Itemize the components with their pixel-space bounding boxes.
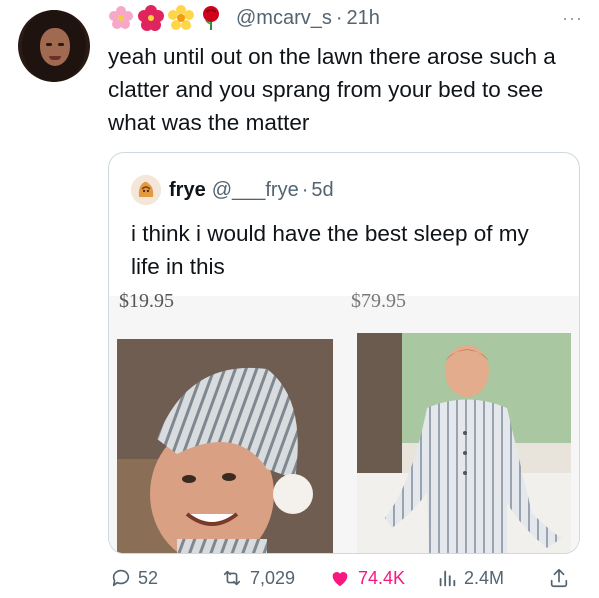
tweet-text: yeah until out on the lawn there arose s… — [108, 44, 556, 135]
quoted-tweet-timestamp[interactable]: 5d — [311, 179, 333, 202]
quoted-tweet-card[interactable]: frye @___frye · 5d i think i would have … — [108, 152, 580, 554]
heart-icon — [332, 572, 348, 587]
view-count: 2.4M — [464, 567, 505, 588]
author-avatar[interactable] — [18, 10, 90, 82]
reply-count: 52 — [138, 567, 159, 588]
author-handle[interactable]: @mcarv_s — [236, 7, 332, 30]
blossom-icon — [168, 5, 194, 31]
tweet-header: @mcarv_s · 21h — [108, 3, 380, 33]
nightshirt-photo[interactable] — [357, 333, 571, 553]
quoted-tweet-text: i think i would have the best sleep of m… — [131, 221, 529, 279]
reply-icon — [112, 569, 130, 587]
hibiscus-icon — [138, 5, 164, 31]
quoted-tweet-media[interactable]: $19.95 $79.95 — [109, 290, 579, 553]
quoted-author-name[interactable]: frye — [169, 179, 206, 202]
tweet-action-bar: 52 7,029 74.4K 2.4M — [108, 564, 578, 592]
repost-button[interactable]: 7,029 — [220, 564, 295, 592]
like-count: 74.4K — [358, 567, 406, 588]
tweet-timestamp[interactable]: 21h — [347, 7, 380, 30]
share-button[interactable] — [548, 564, 576, 592]
more-options-button[interactable]: ··· — [562, 8, 583, 29]
separator-dot: · — [301, 178, 309, 201]
analytics-icon — [439, 570, 456, 587]
reply-button[interactable]: 52 — [110, 564, 158, 592]
price-label-right: $79.95 — [351, 290, 406, 312]
repost-icon — [223, 570, 241, 586]
quoted-author-handle[interactable]: @___frye — [212, 179, 299, 202]
price-label-left: $19.95 — [119, 290, 174, 312]
like-button[interactable]: 74.4K — [328, 564, 405, 592]
cherry-blossom-icon — [108, 5, 134, 31]
repost-count: 7,029 — [250, 567, 296, 588]
views-button[interactable]: 2.4M — [436, 564, 504, 592]
share-icon — [550, 568, 568, 588]
quoted-tweet-header: frye @___frye · 5d — [131, 175, 334, 205]
separator-dot: · — [335, 6, 343, 29]
quoted-author-avatar[interactable] — [131, 175, 161, 205]
nightcap-photo[interactable] — [117, 339, 333, 553]
rose-icon — [198, 5, 224, 31]
